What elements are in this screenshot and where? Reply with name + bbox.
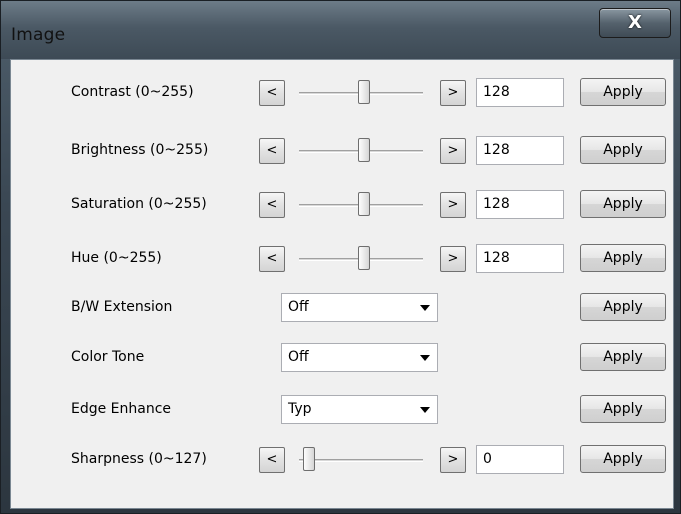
brightness-row: Brightness (0~255) < > 128 Apply (11, 135, 673, 167)
bw-extension-apply-button[interactable]: Apply (580, 293, 666, 321)
color-tone-row: Color Tone Off Apply (11, 342, 673, 374)
hue-apply-button[interactable]: Apply (580, 244, 666, 272)
edge-enhance-label: Edge Enhance (71, 401, 172, 417)
sharpness-value-field[interactable]: 0 (476, 445, 564, 474)
contrast-apply-button[interactable]: Apply (580, 78, 666, 106)
brightness-slider-thumb[interactable] (358, 138, 370, 162)
chevron-down-icon[interactable] (420, 355, 430, 361)
sharpness-decrease-button[interactable]: < (259, 447, 285, 473)
close-button[interactable]: X (599, 8, 671, 38)
sharpness-row: Sharpness (0~127) < > 0 Apply (11, 444, 673, 476)
saturation-value-field[interactable]: 128 (476, 190, 564, 219)
brightness-increase-button[interactable]: > (440, 138, 466, 164)
brightness-value-field[interactable]: 128 (476, 136, 564, 165)
color-tone-selected: Off (288, 349, 309, 365)
contrast-decrease-button[interactable]: < (259, 80, 285, 106)
hue-row: Hue (0~255) < > 128 Apply (11, 243, 673, 275)
color-tone-label: Color Tone (71, 349, 145, 365)
bw-extension-selected: Off (288, 299, 309, 315)
brightness-apply-button[interactable]: Apply (580, 136, 666, 164)
saturation-row: Saturation (0~255) < > 128 Apply (11, 189, 673, 221)
saturation-increase-button[interactable]: > (440, 192, 466, 218)
saturation-slider-thumb[interactable] (358, 192, 370, 216)
sharpness-slider-thumb[interactable] (303, 447, 315, 471)
bw-extension-select[interactable]: Off (281, 293, 438, 322)
color-tone-select[interactable]: Off (281, 343, 438, 372)
image-dialog: Image X Contrast (0~255) < > 128 Apply B… (0, 0, 681, 514)
brightness-decrease-button[interactable]: < (259, 138, 285, 164)
edge-enhance-selected: Typ (288, 401, 312, 417)
edge-enhance-apply-button[interactable]: Apply (580, 395, 666, 423)
brightness-label: Brightness (0~255) (71, 142, 209, 158)
hue-value-field[interactable]: 128 (476, 244, 564, 273)
dialog-body: Contrast (0~255) < > 128 Apply Brightnes… (10, 59, 674, 509)
title-bar[interactable]: Image X (1, 1, 680, 59)
contrast-increase-button[interactable]: > (440, 80, 466, 106)
edge-enhance-row: Edge Enhance Typ Apply (11, 394, 673, 426)
sharpness-increase-button[interactable]: > (440, 447, 466, 473)
sharpness-apply-button[interactable]: Apply (580, 445, 666, 473)
saturation-decrease-button[interactable]: < (259, 192, 285, 218)
color-tone-apply-button[interactable]: Apply (580, 343, 666, 371)
hue-label: Hue (0~255) (71, 250, 162, 266)
hue-decrease-button[interactable]: < (259, 246, 285, 272)
chevron-down-icon[interactable] (420, 305, 430, 311)
sharpness-label: Sharpness (0~127) (71, 451, 207, 467)
window-title: Image (11, 25, 66, 45)
contrast-label: Contrast (0~255) (71, 84, 194, 100)
contrast-value-field[interactable]: 128 (476, 78, 564, 107)
contrast-slider-thumb[interactable] (358, 80, 370, 104)
hue-slider-thumb[interactable] (358, 246, 370, 270)
bw-extension-row: B/W Extension Off Apply (11, 292, 673, 324)
saturation-label: Saturation (0~255) (71, 196, 207, 212)
bw-extension-label: B/W Extension (71, 299, 173, 315)
saturation-apply-button[interactable]: Apply (580, 190, 666, 218)
hue-increase-button[interactable]: > (440, 246, 466, 272)
edge-enhance-select[interactable]: Typ (281, 395, 438, 424)
chevron-down-icon[interactable] (420, 407, 430, 413)
sharpness-slider-track[interactable] (299, 459, 423, 462)
contrast-row: Contrast (0~255) < > 128 Apply (11, 77, 673, 109)
